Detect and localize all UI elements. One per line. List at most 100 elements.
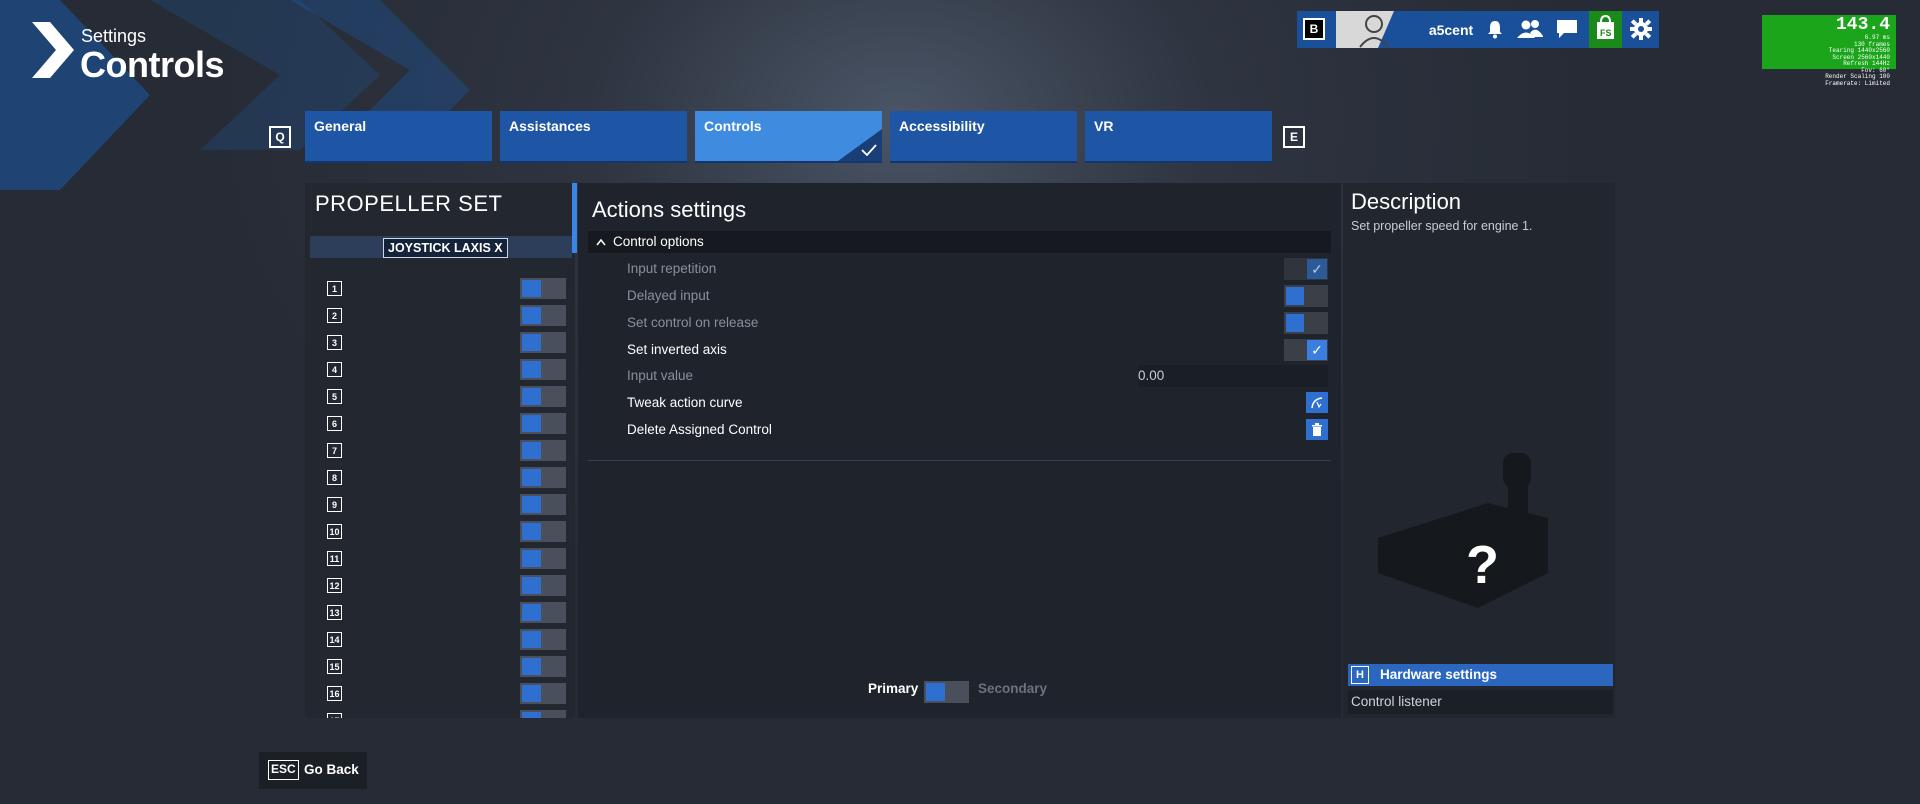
go-back-button[interactable]: ESC Go Back — [259, 752, 367, 789]
section-label: Control options — [613, 234, 704, 249]
fps-value: 143.4 — [1835, 15, 1890, 35]
panel-title: Actions settings — [592, 197, 747, 222]
marketplace-button[interactable]: FS — [1589, 11, 1622, 48]
key-hint-h: H — [1351, 666, 1369, 684]
binding-row[interactable]: 2 — [322, 305, 572, 327]
input-value-field: 0.00 — [1138, 365, 1328, 387]
row-number: 13 — [327, 605, 342, 620]
row-number: 11 — [327, 551, 342, 566]
shopping-bag-icon: FS — [1597, 14, 1614, 39]
tab-accessibility[interactable]: Accessibility — [890, 111, 1077, 163]
binding-row[interactable]: 16 — [322, 683, 572, 705]
binding-row[interactable]: 9 — [322, 494, 572, 516]
input-value: 0.00 — [1138, 368, 1165, 383]
control-options-header[interactable]: Control options — [588, 231, 1331, 253]
delayed-input-toggle[interactable] — [1284, 285, 1328, 307]
panel-title: Description — [1351, 189, 1462, 214]
tab-label: VR — [1094, 118, 1114, 134]
tab-label: Assistances — [509, 118, 591, 134]
scrollbar[interactable] — [572, 183, 577, 253]
tab-controls[interactable]: Controls — [695, 111, 882, 163]
propeller-set-panel: PROPELLER SET JOYSTICK LAXIS X 1 2 3 4 5… — [305, 183, 575, 718]
row-toggle[interactable] — [520, 575, 566, 596]
tab-vr[interactable]: VR — [1085, 111, 1272, 163]
binding-row[interactable]: 17 — [322, 710, 572, 718]
page-title: Controls — [80, 44, 225, 85]
row-toggle[interactable] — [520, 656, 566, 677]
row-number: 10 — [327, 524, 342, 539]
hardware-settings-button[interactable]: H Hardware settings — [1348, 664, 1613, 686]
row-number: 4 — [327, 362, 342, 377]
chevron-right-icon — [32, 22, 74, 78]
key-hint-b: B — [1303, 18, 1325, 40]
binding-row[interactable]: 12 — [322, 575, 572, 597]
row-toggle[interactable] — [520, 278, 566, 299]
binding-row[interactable]: 8 — [322, 467, 572, 489]
question-mark-icon: ? — [1466, 535, 1499, 595]
row-number: 2 — [327, 308, 342, 323]
tab-label: Controls — [704, 118, 762, 134]
gear-icon[interactable] — [1627, 15, 1655, 43]
primary-label: Primary — [868, 681, 919, 696]
binding-row[interactable]: 11 — [322, 548, 572, 570]
row-toggle[interactable] — [520, 602, 566, 623]
checkmark-icon — [861, 144, 877, 156]
input-repetition-label: Input repetition — [627, 261, 717, 276]
delete-assigned-control-button[interactable] — [1306, 419, 1328, 440]
binding-row[interactable]: 3 — [322, 332, 572, 354]
row-toggle[interactable] — [520, 440, 566, 461]
control-listener-button[interactable]: Control listener — [1348, 690, 1613, 714]
binding-row[interactable]: 10 — [322, 521, 572, 543]
row-toggle[interactable] — [520, 494, 566, 515]
binding-row[interactable]: 14 — [322, 629, 572, 651]
set-control-on-release-toggle[interactable] — [1284, 312, 1328, 334]
row-toggle[interactable] — [520, 629, 566, 650]
binding-row[interactable]: 5 — [322, 386, 572, 408]
tab-assistances[interactable]: Assistances — [500, 111, 687, 163]
row-toggle[interactable] — [520, 548, 566, 569]
row-toggle[interactable] — [520, 683, 566, 704]
svg-text:FS: FS — [1600, 28, 1612, 38]
avatar[interactable] — [1336, 11, 1415, 48]
row-toggle[interactable] — [520, 305, 566, 326]
row-number: 15 — [327, 659, 342, 674]
username[interactable]: a5cent — [1415, 11, 1487, 48]
row-toggle[interactable] — [520, 386, 566, 407]
row-number: 8 — [327, 470, 342, 485]
fps-details: 6.97 ms 130 frames Tearing 1440x2560 Scr… — [1825, 34, 1890, 87]
binding-row[interactable]: 15 — [322, 656, 572, 678]
delayed-input-label: Delayed input — [627, 288, 710, 303]
row-toggle[interactable] — [520, 710, 566, 718]
tweak-action-curve-button[interactable] — [1306, 392, 1328, 413]
input-repetition-toggle[interactable]: ✓ — [1284, 258, 1328, 280]
row-toggle[interactable] — [520, 332, 566, 353]
set-inverted-axis-toggle[interactable]: ✓ — [1284, 339, 1328, 361]
checkmark-icon: ✓ — [1307, 340, 1327, 360]
user-icon — [1359, 11, 1415, 48]
tab-label: General — [314, 118, 367, 134]
tab-general[interactable]: General — [305, 111, 492, 163]
key-hint-e[interactable]: E — [1283, 126, 1305, 148]
key-hint-esc: ESC — [268, 760, 299, 780]
row-toggle[interactable] — [520, 359, 566, 380]
binding-row[interactable]: 7 — [322, 440, 572, 462]
binding-row[interactable]: 13 — [322, 602, 572, 624]
row-toggle[interactable] — [520, 521, 566, 542]
primary-secondary-toggle[interactable] — [924, 681, 969, 703]
chat-icon[interactable] — [1553, 15, 1581, 43]
delete-assigned-control-label: Delete Assigned Control — [627, 422, 772, 437]
row-number: 12 — [327, 578, 342, 593]
binding-chip[interactable]: JOYSTICK LAXIS X — [383, 238, 508, 258]
row-toggle[interactable] — [520, 467, 566, 488]
tweak-action-curve-label: Tweak action curve — [627, 395, 743, 410]
binding-row[interactable]: 1 — [322, 278, 572, 300]
key-hint-q[interactable]: Q — [269, 126, 291, 148]
row-number: 3 — [327, 335, 342, 350]
binding-row[interactable]: 6 — [322, 413, 572, 435]
binding-row[interactable]: 4 — [322, 359, 572, 381]
bell-icon[interactable] — [1481, 15, 1509, 43]
row-number: 5 — [327, 389, 342, 404]
row-toggle[interactable] — [520, 413, 566, 434]
set-control-on-release-label: Set control on release — [627, 315, 759, 330]
friends-icon[interactable] — [1516, 15, 1544, 43]
